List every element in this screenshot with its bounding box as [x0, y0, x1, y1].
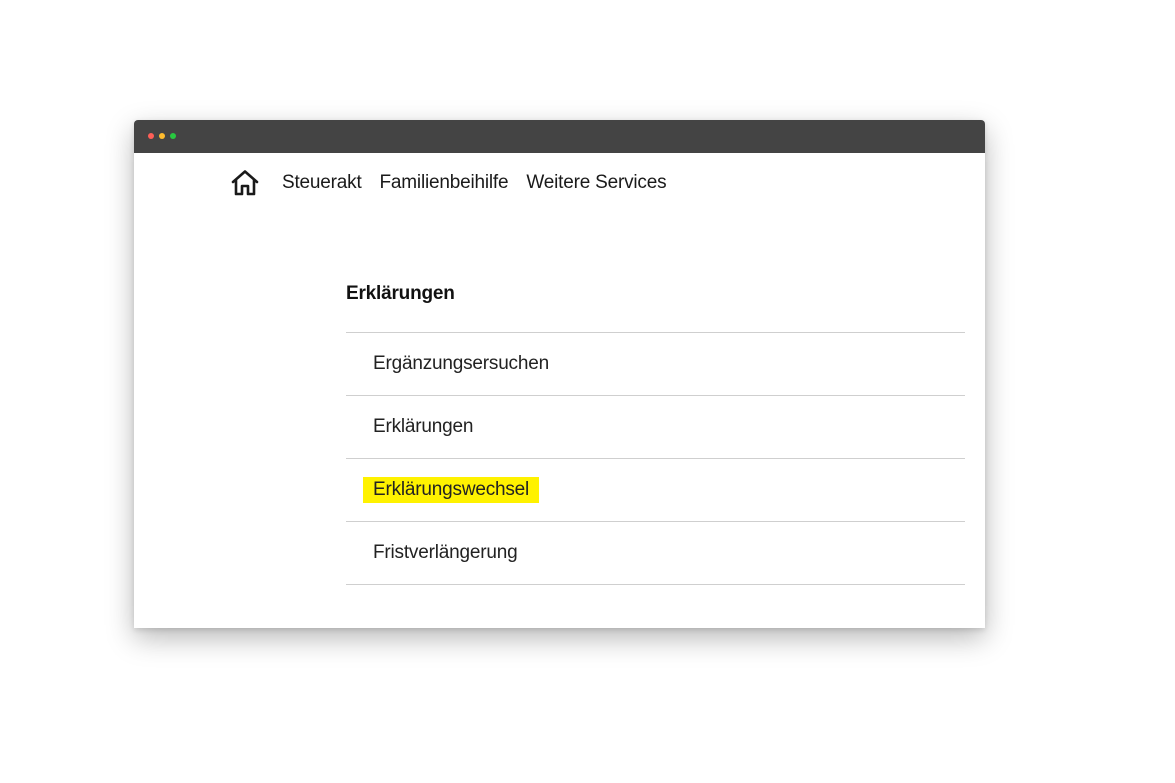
- nav-link-steuerakt[interactable]: Steuerakt: [282, 172, 362, 194]
- top-navigation: Steuerakt Familienbeihilfe Weitere Servi…: [230, 168, 667, 198]
- minimize-window-dot[interactable]: [159, 133, 165, 139]
- menu-item-erklaerungen[interactable]: Erklärungen: [346, 396, 965, 459]
- menu-item-erklaerungswechsel[interactable]: Erklärungswechsel: [346, 459, 965, 522]
- menu-list: Ergänzungsersuchen Erklärungen Erklärung…: [346, 332, 965, 585]
- nav-link-familienbeihilfe[interactable]: Familienbeihilfe: [380, 172, 509, 194]
- menu-item-label: Erklärungen: [373, 416, 474, 437]
- browser-window: Steuerakt Familienbeihilfe Weitere Servi…: [134, 120, 985, 628]
- menu-item-label: Fristverlängerung: [373, 542, 518, 563]
- highlighted-menu-item-label: Erklärungswechsel: [363, 477, 540, 503]
- window-titlebar: [134, 120, 985, 153]
- close-window-dot[interactable]: [148, 133, 154, 139]
- stage: Steuerakt Familienbeihilfe Weitere Servi…: [0, 0, 1175, 783]
- menu-item-fristverlaengerung[interactable]: Fristverlängerung: [346, 522, 965, 585]
- menu-item-ergaenzungsersuchen[interactable]: Ergänzungsersuchen: [346, 333, 965, 396]
- section-heading: Erklärungen: [346, 283, 455, 304]
- erklaerungen-section: Erklärungen Ergänzungsersuchen Erklärung…: [346, 280, 965, 585]
- home-icon[interactable]: [230, 168, 264, 198]
- nav-link-weitere-services[interactable]: Weitere Services: [526, 172, 666, 194]
- maximize-window-dot[interactable]: [170, 133, 176, 139]
- menu-item-label: Ergänzungsersuchen: [373, 353, 549, 374]
